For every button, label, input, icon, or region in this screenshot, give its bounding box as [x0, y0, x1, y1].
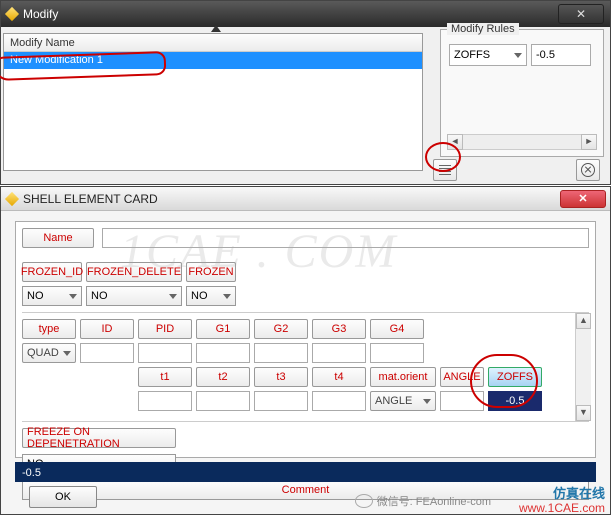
freeze-depenetration-button[interactable]: FREEZE ON DEPENETRATION: [22, 428, 176, 448]
scroll-track[interactable]: [463, 134, 581, 150]
app-icon: [5, 191, 19, 205]
t2-header[interactable]: t2: [196, 367, 250, 387]
card-title: SHELL ELEMENT CARD: [23, 192, 560, 206]
watermark-corner: 仿真在线 www.1CAE.com: [519, 487, 605, 515]
comment-bar[interactable]: Comment: [22, 480, 589, 500]
card-window: SHELL ELEMENT CARD ✕ Name FROZEN_ID FROZ…: [0, 186, 611, 515]
name-button[interactable]: Name: [22, 228, 94, 248]
app-icon: [5, 7, 19, 21]
modify-rules-panel: Modify Rules ZOFFS -0.5 ◄ ►: [440, 29, 604, 157]
chevron-down-icon: [169, 294, 177, 299]
chevron-down-icon: [423, 399, 431, 404]
pid-cell[interactable]: [138, 343, 192, 363]
chevron-down-icon: [223, 294, 231, 299]
card-titlebar[interactable]: SHELL ELEMENT CARD ✕: [1, 187, 610, 211]
pid-header[interactable]: PID: [138, 319, 192, 339]
rules-hscroll[interactable]: ◄ ►: [447, 134, 597, 150]
zoffs-header[interactable]: ZOFFS: [488, 367, 542, 387]
modify-list-header: Modify Name: [4, 34, 422, 52]
modify-list[interactable]: Modify Name New Modification 1: [3, 33, 423, 171]
rules-field-value: ZOFFS: [454, 49, 490, 61]
zoffs-cell[interactable]: -0.5: [488, 391, 542, 411]
close-button[interactable]: ✕: [558, 4, 604, 24]
t4-header[interactable]: t4: [312, 367, 366, 387]
t1-header[interactable]: t1: [138, 367, 192, 387]
frozen-id-select[interactable]: NO: [22, 286, 82, 306]
angle-cell[interactable]: [440, 391, 484, 411]
status-bar[interactable]: -0.5: [15, 462, 596, 482]
g3-cell[interactable]: [312, 343, 366, 363]
rules-value-input[interactable]: -0.5: [531, 44, 591, 66]
scroll-down-icon[interactable]: ▼: [576, 405, 591, 421]
scroll-right-icon[interactable]: ►: [581, 134, 597, 150]
list-icon: [439, 165, 451, 175]
modify-list-item-selected[interactable]: New Modification 1: [4, 52, 422, 69]
frozen-delete-select[interactable]: NO: [86, 286, 182, 306]
watermark-wechat: 微信号: FEAonline-com: [355, 493, 491, 509]
g3-header[interactable]: G3: [312, 319, 366, 339]
frozen-id-header[interactable]: FROZEN_ID: [22, 262, 82, 282]
modify-rules-legend: Modify Rules: [447, 23, 519, 35]
list-view-button[interactable]: [433, 159, 457, 181]
angle-header[interactable]: ANGLE: [440, 367, 484, 387]
g2-cell[interactable]: [254, 343, 308, 363]
element-grid: type ID PID G1 G2 G3 G4 QUAD t1 t2: [22, 312, 589, 422]
delete-button[interactable]: [576, 159, 600, 181]
id-cell[interactable]: [80, 343, 134, 363]
t4-cell[interactable]: [312, 391, 366, 411]
g1-cell[interactable]: [196, 343, 250, 363]
t2-cell[interactable]: [196, 391, 250, 411]
close-button[interactable]: ✕: [560, 190, 606, 208]
modify-titlebar[interactable]: Modify ✕: [1, 1, 610, 27]
frozen-select[interactable]: NO: [186, 286, 236, 306]
rules-field-select[interactable]: ZOFFS: [449, 44, 527, 66]
g4-cell[interactable]: [370, 343, 424, 363]
grid-vscroll[interactable]: ▲ ▼: [575, 313, 591, 421]
g2-header[interactable]: G2: [254, 319, 308, 339]
name-input[interactable]: [102, 228, 589, 248]
type-select[interactable]: QUAD: [22, 343, 76, 363]
frozen-delete-header[interactable]: FROZEN_DELETE: [86, 262, 182, 282]
ok-button[interactable]: OK: [29, 486, 97, 508]
matorient-header[interactable]: mat.orient: [370, 367, 436, 387]
g4-header[interactable]: G4: [370, 319, 424, 339]
id-header[interactable]: ID: [80, 319, 134, 339]
g1-header[interactable]: G1: [196, 319, 250, 339]
modify-title: Modify: [23, 7, 558, 21]
chevron-down-icon: [514, 53, 522, 58]
chevron-down-icon: [63, 351, 71, 356]
chevron-down-icon: [69, 294, 77, 299]
t1-cell[interactable]: [138, 391, 192, 411]
t3-cell[interactable]: [254, 391, 308, 411]
frozen-header[interactable]: FROZEN: [186, 262, 236, 282]
card-body: Name FROZEN_ID FROZEN_DELETE FROZEN NO N…: [15, 221, 596, 458]
type-header[interactable]: type: [22, 319, 76, 339]
t3-header[interactable]: t3: [254, 367, 308, 387]
scroll-up-icon[interactable]: ▲: [576, 313, 591, 329]
scroll-left-icon[interactable]: ◄: [447, 134, 463, 150]
matorient-select[interactable]: ANGLE: [370, 391, 436, 411]
wechat-icon: [355, 494, 373, 508]
collapse-up-icon[interactable]: [211, 25, 221, 32]
delete-icon: [581, 163, 595, 177]
modify-window: Modify ✕ Modify Name New Modification 1 …: [0, 0, 611, 185]
